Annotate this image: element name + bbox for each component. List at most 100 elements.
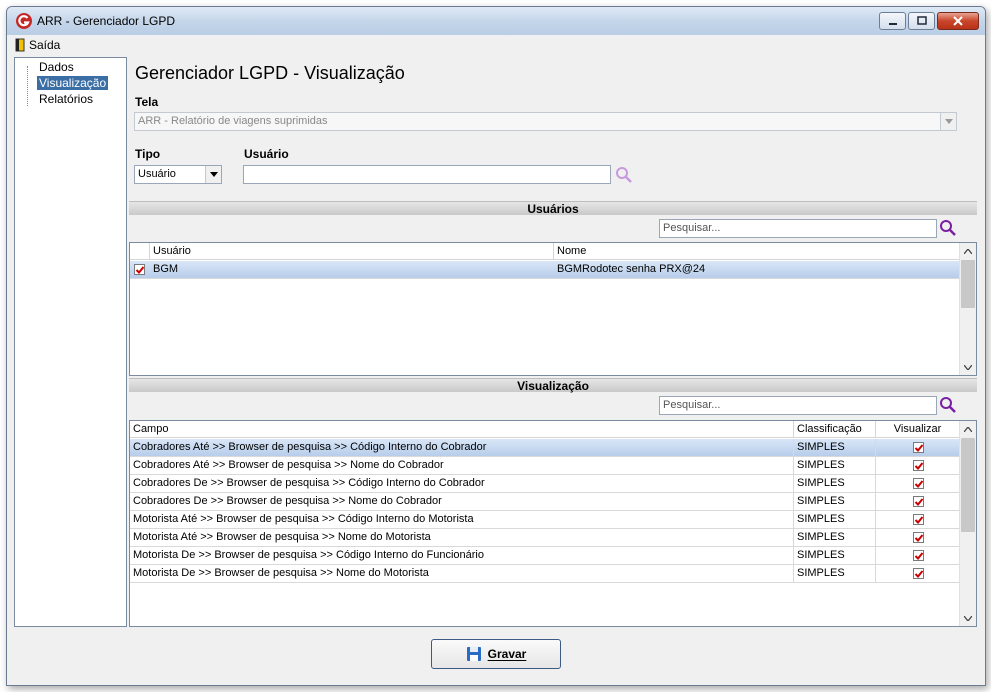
column-header-visualizar[interactable]: Visualizar bbox=[876, 421, 960, 437]
cell-classificacao: SIMPLES bbox=[794, 547, 876, 564]
table-row[interactable]: Cobradores De >> Browser de pesquisa >> … bbox=[130, 475, 960, 493]
maximize-button[interactable] bbox=[908, 12, 935, 30]
table-row[interactable]: Motorista De >> Browser de pesquisa >> N… bbox=[130, 565, 960, 583]
tela-select[interactable]: ARR - Relatório de viagens suprimidas bbox=[134, 112, 957, 131]
column-header-check bbox=[130, 243, 150, 259]
cell-campo: Cobradores Até >> Browser de pesquisa >>… bbox=[130, 457, 794, 474]
table-row[interactable]: Cobradores De >> Browser de pesquisa >> … bbox=[130, 493, 960, 511]
tree-item-visualizacao[interactable]: Visualização bbox=[37, 76, 109, 90]
cell-visualizar[interactable] bbox=[876, 547, 960, 564]
visualizacao-scrollbar[interactable] bbox=[959, 421, 976, 626]
tela-dropdown-button[interactable] bbox=[940, 113, 956, 130]
visualizar-checkbox[interactable] bbox=[912, 495, 924, 507]
checkmark-icon bbox=[914, 551, 923, 560]
maximize-icon bbox=[916, 16, 927, 25]
scroll-thumb[interactable] bbox=[961, 438, 975, 532]
chevron-up-icon bbox=[964, 426, 972, 432]
column-header-nome[interactable]: Nome bbox=[554, 243, 960, 259]
tree-item-dados[interactable]: Dados bbox=[37, 60, 76, 74]
close-button[interactable] bbox=[937, 12, 979, 30]
visualizar-checkbox[interactable] bbox=[912, 477, 924, 489]
tela-select-value: ARR - Relatório de viagens suprimidas bbox=[138, 115, 328, 127]
cell-classificacao: SIMPLES bbox=[794, 529, 876, 546]
checkmark-icon bbox=[135, 265, 145, 274]
tree-connector bbox=[27, 66, 28, 106]
app-logo-icon bbox=[16, 13, 32, 29]
scroll-up-button[interactable] bbox=[960, 421, 976, 437]
title-bar[interactable]: ARR - Gerenciador LGPD bbox=[7, 7, 985, 35]
main-window: ARR - Gerenciador LGPD Saída Dados Visua… bbox=[6, 6, 986, 686]
table-row[interactable]: Cobradores Até >> Browser de pesquisa >>… bbox=[130, 457, 960, 475]
table-row[interactable]: Motorista Até >> Browser de pesquisa >> … bbox=[130, 529, 960, 547]
tipo-dropdown-button[interactable] bbox=[205, 166, 221, 183]
scroll-thumb[interactable] bbox=[961, 260, 975, 308]
cell-visualizar[interactable] bbox=[876, 529, 960, 546]
usuario-input[interactable] bbox=[243, 165, 611, 184]
cell-visualizar[interactable] bbox=[876, 439, 960, 456]
gravar-button-label: Gravar bbox=[487, 647, 527, 661]
table-row[interactable]: Motorista Até >> Browser de pesquisa >> … bbox=[130, 511, 960, 529]
usuario-label: Usuário bbox=[244, 147, 289, 161]
checkmark-icon bbox=[914, 515, 923, 524]
minimize-icon bbox=[888, 23, 897, 25]
chevron-down-icon bbox=[944, 119, 953, 124]
cell-visualizar[interactable] bbox=[876, 511, 960, 528]
usuarios-search-icon[interactable] bbox=[939, 219, 957, 237]
cell-campo: Cobradores De >> Browser de pesquisa >> … bbox=[130, 475, 794, 492]
tipo-select[interactable]: Usuário bbox=[134, 165, 222, 184]
column-header-classificacao[interactable]: Classificação bbox=[794, 421, 876, 437]
menu-bar: Saída bbox=[7, 35, 985, 55]
cell-visualizar[interactable] bbox=[876, 565, 960, 582]
usuarios-grid-header: Usuário Nome bbox=[130, 243, 960, 260]
column-header-usuario[interactable]: Usuário bbox=[150, 243, 554, 259]
cell-visualizar[interactable] bbox=[876, 493, 960, 510]
cell-classificacao: SIMPLES bbox=[794, 457, 876, 474]
navigation-tree: Dados Visualização Relatórios bbox=[14, 57, 127, 627]
scroll-down-button[interactable] bbox=[960, 610, 976, 626]
checkmark-icon bbox=[914, 533, 923, 542]
cell-nome: BGMRodotec senha PRX@24 bbox=[557, 263, 706, 275]
visualizar-checkbox[interactable] bbox=[912, 549, 924, 561]
visualizacao-search-input[interactable]: Pesquisar... bbox=[659, 396, 937, 415]
visualizar-checkbox[interactable] bbox=[912, 567, 924, 579]
cell-visualizar[interactable] bbox=[876, 457, 960, 474]
table-row[interactable]: Cobradores Até >> Browser de pesquisa >>… bbox=[130, 439, 960, 457]
table-row[interactable]: BGM BGMRodotec senha PRX@24 bbox=[130, 261, 960, 279]
visualizar-checkbox[interactable] bbox=[912, 459, 924, 471]
cell-usuario: BGM bbox=[153, 263, 179, 275]
exit-door-icon bbox=[15, 38, 25, 52]
cell-classificacao: SIMPLES bbox=[794, 475, 876, 492]
gravar-button[interactable]: Gravar bbox=[431, 639, 561, 669]
usuarios-search-input[interactable]: Pesquisar... bbox=[659, 219, 937, 238]
visualizacao-grid: Campo Classificação Visualizar Cobradore… bbox=[129, 420, 977, 627]
visualizacao-search-icon[interactable] bbox=[939, 396, 957, 414]
save-floppy-icon bbox=[466, 647, 481, 661]
table-row[interactable]: Motorista De >> Browser de pesquisa >> C… bbox=[130, 547, 960, 565]
cell-classificacao: SIMPLES bbox=[794, 511, 876, 528]
visualizar-checkbox[interactable] bbox=[912, 513, 924, 525]
window-title: ARR - Gerenciador LGPD bbox=[37, 14, 176, 28]
scroll-up-button[interactable] bbox=[960, 243, 976, 259]
column-header-campo[interactable]: Campo bbox=[130, 421, 794, 437]
row-checkbox[interactable] bbox=[134, 263, 145, 275]
visualizacao-grid-header: Campo Classificação Visualizar bbox=[130, 421, 960, 438]
menu-saida-label: Saída bbox=[29, 38, 61, 52]
menu-item-saida[interactable]: Saída bbox=[15, 37, 60, 53]
scroll-down-button[interactable] bbox=[960, 359, 976, 375]
usuarios-scrollbar[interactable] bbox=[959, 243, 976, 375]
chevron-down-icon bbox=[964, 615, 972, 621]
visualizar-checkbox[interactable] bbox=[912, 531, 924, 543]
usuario-search-icon[interactable] bbox=[615, 166, 633, 184]
page-title: Gerenciador LGPD - Visualização bbox=[135, 63, 405, 83]
visualizar-checkbox[interactable] bbox=[912, 441, 924, 453]
cell-classificacao: SIMPLES bbox=[794, 439, 876, 456]
minimize-button[interactable] bbox=[879, 12, 906, 30]
cell-classificacao: SIMPLES bbox=[794, 493, 876, 510]
cell-visualizar[interactable] bbox=[876, 475, 960, 492]
row-checkbox-cell[interactable] bbox=[130, 261, 150, 278]
chevron-up-icon bbox=[964, 248, 972, 254]
tree-item-relatorios[interactable]: Relatórios bbox=[37, 92, 95, 106]
cell-campo: Cobradores De >> Browser de pesquisa >> … bbox=[130, 493, 794, 510]
checkmark-icon bbox=[914, 461, 923, 470]
tela-label: Tela bbox=[135, 95, 159, 109]
